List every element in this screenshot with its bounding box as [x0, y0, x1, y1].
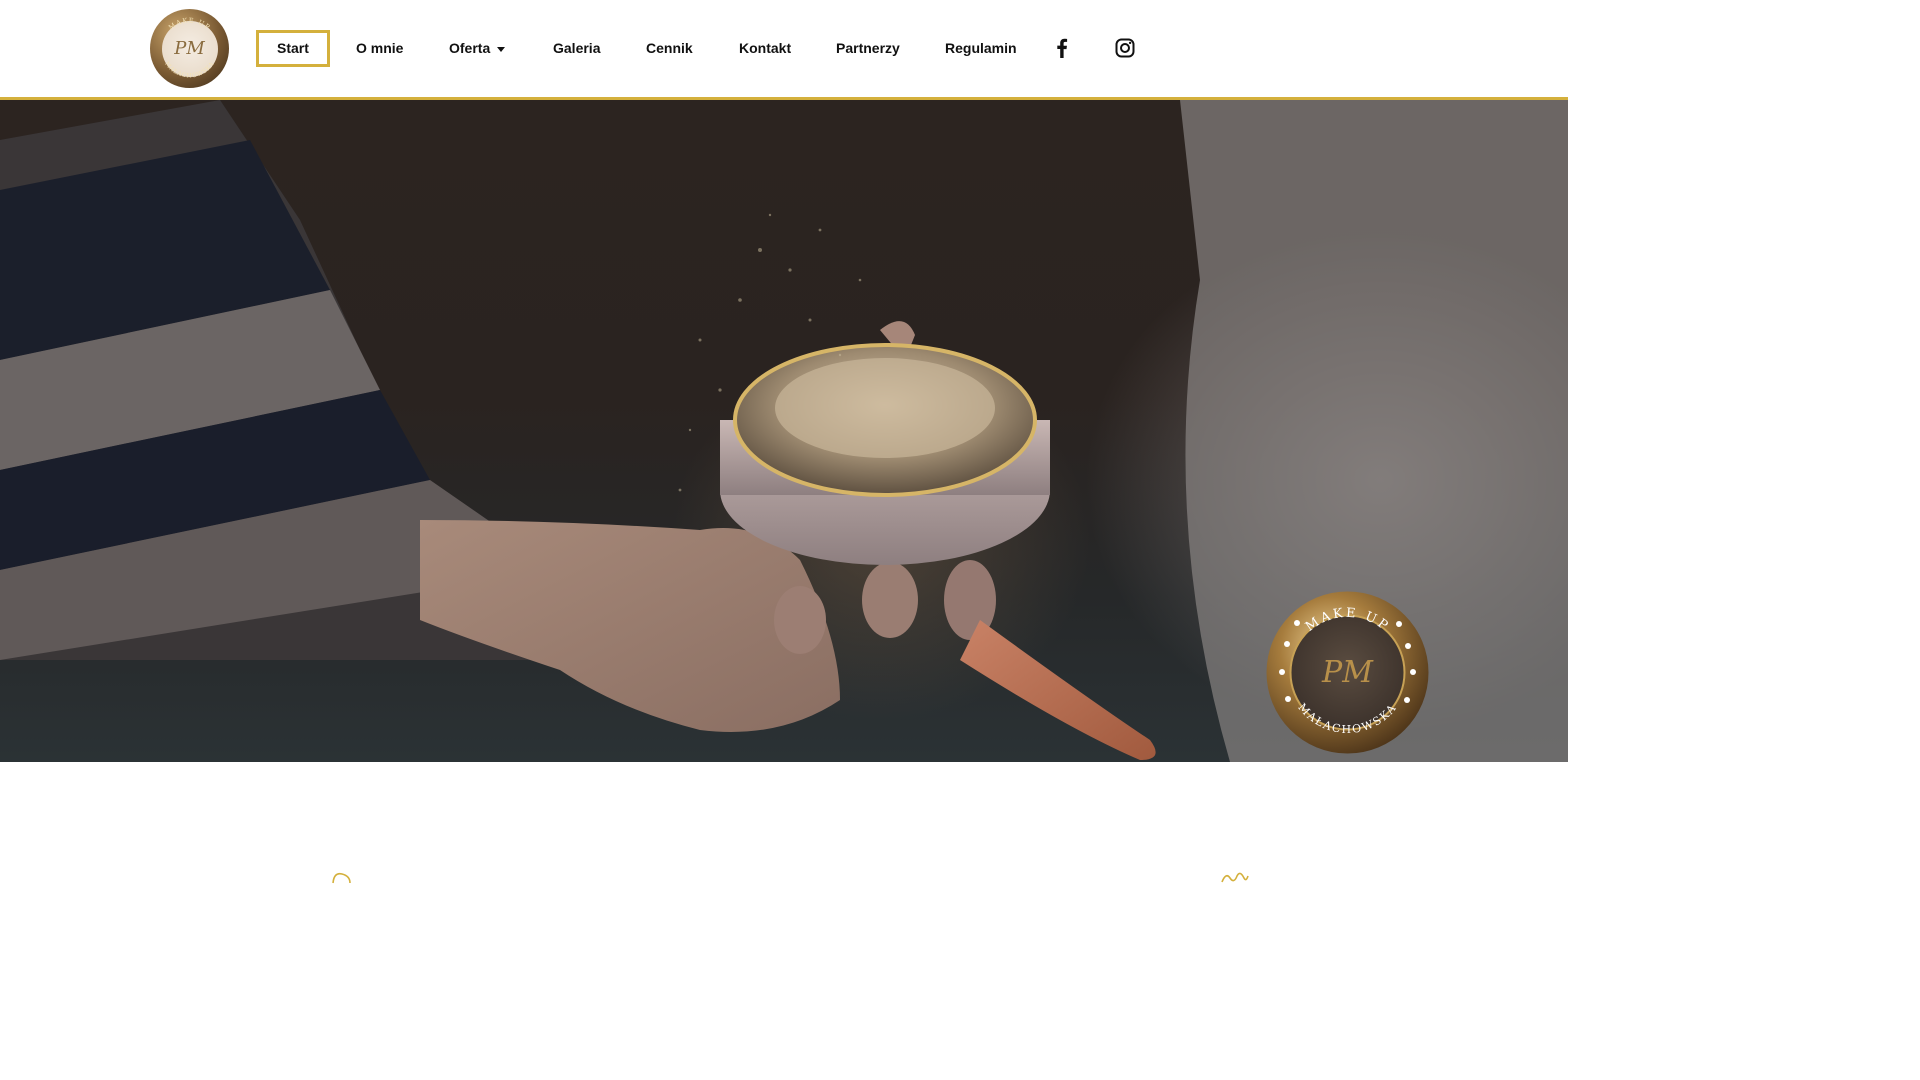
nav-label: Regulamin — [945, 40, 1017, 56]
ornament-icon — [330, 870, 354, 889]
nav-item-start[interactable]: Start — [256, 30, 330, 67]
nav-item-o-mnie[interactable]: O mnie — [356, 30, 403, 67]
nav-label: Oferta — [449, 40, 491, 56]
hero-video: MAKE UP MAŁACHOWSKA PM — [0, 100, 1568, 762]
nav-label: Kontakt — [739, 40, 792, 56]
svg-text:MAŁACHOWSKA: MAŁACHOWSKA — [163, 61, 216, 80]
nav-label: O mnie — [356, 40, 404, 56]
nav-item-cennik[interactable]: Cennik — [646, 30, 693, 67]
site-header: MAKE UP MAŁACHOWSKA PM Start O mnie Ofer… — [0, 0, 1568, 100]
brand-badge: MAKE UP MAŁACHOWSKA PM — [1265, 590, 1430, 755]
ornament-icon — [1220, 870, 1250, 889]
svg-text:MAKE UP: MAKE UP — [167, 16, 212, 31]
facebook-icon[interactable] — [1051, 37, 1073, 59]
nav-item-partnerzy[interactable]: Partnerzy — [836, 30, 900, 67]
nav-label: Partnerzy — [836, 40, 900, 56]
nav-item-kontakt[interactable]: Kontakt — [739, 30, 791, 67]
nav-item-oferta[interactable]: Oferta — [449, 30, 506, 67]
chevron-down-icon — [497, 46, 506, 52]
logo-ring-text: MAKE UP MAŁACHOWSKA — [163, 16, 216, 80]
nav-item-regulamin[interactable]: Regulamin — [945, 30, 1017, 67]
nav-label: Cennik — [646, 40, 693, 56]
brand-logo[interactable]: MAKE UP MAŁACHOWSKA PM — [150, 9, 229, 88]
instagram-icon[interactable] — [1114, 37, 1136, 59]
nav-item-galeria[interactable]: Galeria — [553, 30, 600, 67]
svg-text:PM: PM — [1321, 655, 1374, 690]
nav-label: Start — [277, 40, 309, 56]
nav-label: Galeria — [553, 40, 601, 56]
